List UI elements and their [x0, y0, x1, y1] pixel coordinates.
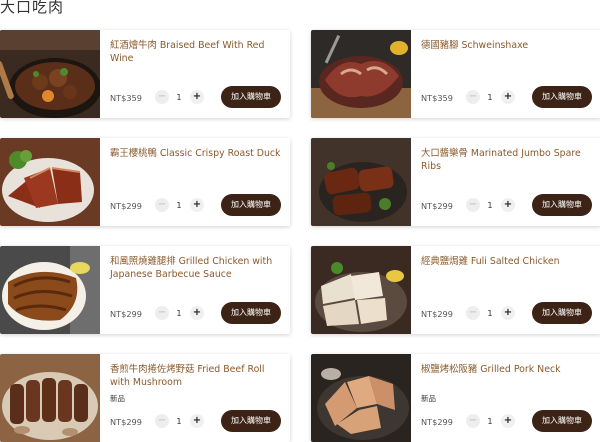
product-name[interactable]: 椒鹽烤松阪豬 Grilled Pork Neck	[421, 363, 593, 376]
add-to-cart-button[interactable]: 加入購物車	[532, 86, 592, 108]
increase-quantity-button[interactable]: +	[501, 306, 515, 320]
product-name[interactable]: 經典鹽焗雞 Fuli Salted Chicken	[421, 255, 593, 268]
decrease-quantity-button[interactable]: −	[466, 414, 480, 428]
product-image[interactable]	[0, 246, 100, 334]
product-price: NT$299	[110, 201, 142, 211]
product-image[interactable]	[0, 354, 100, 442]
decrease-quantity-button[interactable]: −	[155, 414, 169, 428]
product-image[interactable]	[311, 246, 411, 334]
increase-quantity-button[interactable]: +	[501, 90, 515, 104]
new-badge: 新品	[421, 394, 436, 403]
decrease-quantity-button[interactable]: −	[155, 198, 169, 212]
product-image[interactable]	[0, 138, 100, 226]
product-name[interactable]: 紅酒燴牛肉 Braised Beef With Red Wine	[110, 39, 282, 65]
product-price: NT$299	[421, 201, 453, 211]
add-to-cart-button[interactable]: 加入購物車	[532, 194, 592, 216]
product-price: NT$299	[421, 309, 453, 319]
product-image[interactable]	[311, 354, 411, 442]
add-to-cart-button[interactable]: 加入購物車	[532, 410, 592, 432]
increase-quantity-button[interactable]: +	[190, 414, 204, 428]
add-to-cart-button[interactable]: 加入購物車	[221, 302, 281, 324]
product-card[interactable]: 德國豬腳 Schweinshaxe NT$359 − 1 + 加入購物車	[311, 30, 600, 118]
product-card[interactable]: 香煎牛肉捲佐烤野菇 Fried Beef Roll with Mushroom …	[0, 354, 290, 442]
quantity-value: 1	[487, 92, 493, 102]
increase-quantity-button[interactable]: +	[501, 414, 515, 428]
quantity-value: 1	[487, 308, 493, 318]
decrease-quantity-button[interactable]: −	[155, 306, 169, 320]
increase-quantity-button[interactable]: +	[190, 306, 204, 320]
product-name[interactable]: 德國豬腳 Schweinshaxe	[421, 39, 593, 52]
product-name[interactable]: 和風照燒雞腿排 Grilled Chicken with Japanese Ba…	[110, 255, 282, 281]
product-image[interactable]	[311, 138, 411, 226]
add-to-cart-button[interactable]: 加入購物車	[221, 410, 281, 432]
quantity-value: 1	[176, 416, 182, 426]
decrease-quantity-button[interactable]: −	[466, 306, 480, 320]
product-price: NT$299	[421, 417, 453, 427]
increase-quantity-button[interactable]: +	[501, 198, 515, 212]
quantity-value: 1	[176, 200, 182, 210]
quantity-value: 1	[176, 92, 182, 102]
add-to-cart-button[interactable]: 加入購物車	[221, 194, 281, 216]
product-name[interactable]: 大口醬樂骨 Marinated Jumbo Spare Ribs	[421, 147, 593, 173]
section-title: 大口吃肉	[0, 0, 65, 16]
decrease-quantity-button[interactable]: −	[466, 90, 480, 104]
new-badge: 新品	[110, 394, 125, 403]
increase-quantity-button[interactable]: +	[190, 90, 204, 104]
product-price: NT$359	[421, 93, 453, 103]
product-card[interactable]: 大口醬樂骨 Marinated Jumbo Spare Ribs NT$299 …	[311, 138, 600, 226]
product-price: NT$299	[110, 309, 142, 319]
quantity-value: 1	[176, 308, 182, 318]
product-image[interactable]	[0, 30, 100, 118]
product-card[interactable]: 霸王櫻桃鴨 Classic Crispy Roast Duck NT$299 −…	[0, 138, 290, 226]
product-name[interactable]: 霸王櫻桃鴨 Classic Crispy Roast Duck	[110, 147, 282, 160]
add-to-cart-button[interactable]: 加入購物車	[221, 86, 281, 108]
quantity-value: 1	[487, 416, 493, 426]
add-to-cart-button[interactable]: 加入購物車	[532, 302, 592, 324]
quantity-value: 1	[487, 200, 493, 210]
decrease-quantity-button[interactable]: −	[155, 90, 169, 104]
product-card[interactable]: 紅酒燴牛肉 Braised Beef With Red Wine NT$359 …	[0, 30, 290, 118]
product-name[interactable]: 香煎牛肉捲佐烤野菇 Fried Beef Roll with Mushroom	[110, 363, 282, 389]
decrease-quantity-button[interactable]: −	[466, 198, 480, 212]
product-price: NT$359	[110, 93, 142, 103]
increase-quantity-button[interactable]: +	[190, 198, 204, 212]
product-card[interactable]: 和風照燒雞腿排 Grilled Chicken with Japanese Ba…	[0, 246, 290, 334]
product-price: NT$299	[110, 417, 142, 427]
product-image[interactable]	[311, 30, 411, 118]
product-card[interactable]: 經典鹽焗雞 Fuli Salted Chicken NT$299 − 1 + 加…	[311, 246, 600, 334]
product-card[interactable]: 椒鹽烤松阪豬 Grilled Pork Neck 新品 NT$299 − 1 +…	[311, 354, 600, 442]
